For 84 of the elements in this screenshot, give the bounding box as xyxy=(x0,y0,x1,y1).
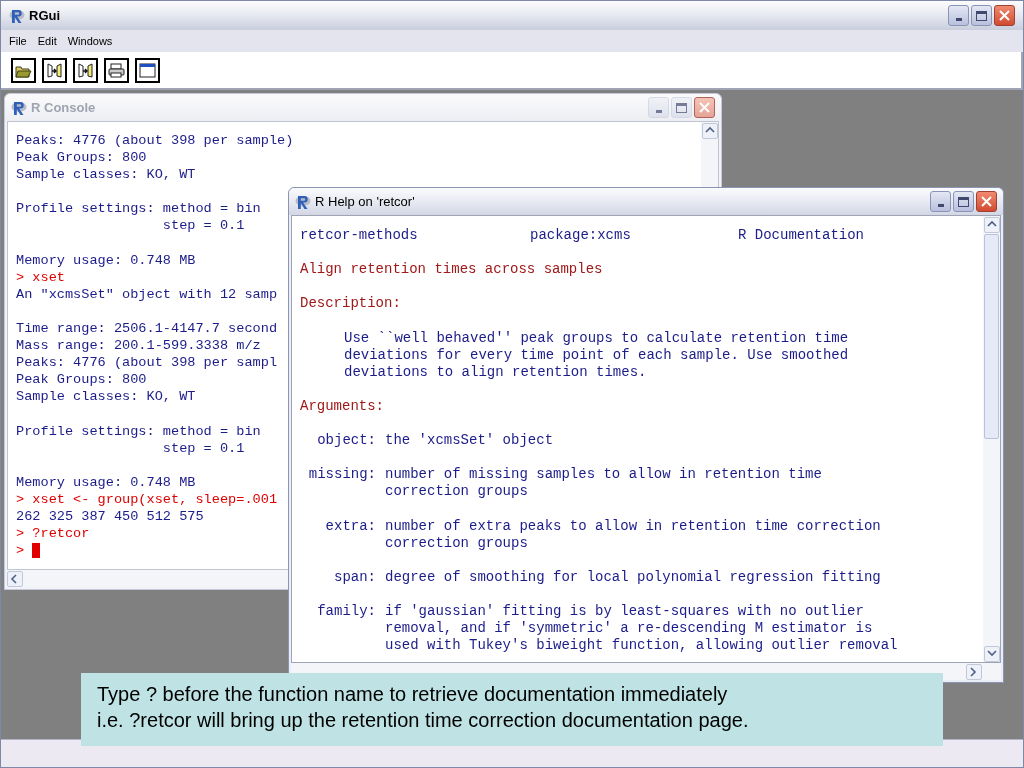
minimize-icon xyxy=(937,204,944,207)
console-command: > xset xyxy=(16,269,65,285)
toolbar-button[interactable] xyxy=(135,57,160,83)
minimize-icon xyxy=(655,110,662,113)
console-output: Time range: 2506.1-4147.7 second xyxy=(16,321,278,337)
scroll-down-button[interactable] xyxy=(983,646,1000,662)
r-logo-icon xyxy=(295,193,311,210)
maximize-button[interactable] xyxy=(971,5,992,26)
menu-item[interactable]: Edit xyxy=(37,32,57,50)
caption-note: Type ? before the function name to retrieve documentation immediately i.e. ?retcor will bring up the retention time correction documentation page. xyxy=(81,673,943,746)
toolbar-button[interactable] xyxy=(73,57,98,83)
console-output: 262 325 387 450 512 575 xyxy=(16,509,204,525)
argument-description: correction groups xyxy=(385,534,528,552)
help-text: Use ``well behaved'' peak groups to calculate retention time xyxy=(344,329,849,346)
console-output: step = 0.1 xyxy=(161,440,245,456)
help-heading: Align retention times across samples xyxy=(300,261,603,278)
argument-description: number of extra peaks to allow in retention time correction xyxy=(385,517,881,535)
help-text: deviations to align retention times. xyxy=(344,363,647,380)
argument-description: degree of smoothing for local polynomial regression fitting xyxy=(385,568,881,586)
toolbar-button[interactable] xyxy=(11,57,36,83)
console-window-icon xyxy=(139,62,156,78)
argument-name: object: xyxy=(317,432,376,450)
close-button[interactable] xyxy=(994,5,1015,26)
r-logo-icon xyxy=(9,7,25,24)
help-text: deviations for every time point of each sample. Use smoothed xyxy=(344,346,849,363)
close-icon xyxy=(981,196,992,207)
minimize-button[interactable] xyxy=(930,191,951,212)
argument-description: removal, and if 'symmetric' a re-descending M estimator is xyxy=(385,620,873,638)
argument-name: missing: xyxy=(308,466,376,484)
argument-description: if 'gaussian' fitting is by least-squares with no outlier xyxy=(385,603,864,621)
close-icon xyxy=(699,102,710,113)
toolbar-button[interactable] xyxy=(42,57,67,83)
help-heading: Description: xyxy=(300,295,401,312)
console-output: Sample classes: KO, WT xyxy=(16,167,196,183)
minimize-icon xyxy=(955,18,962,21)
close-button[interactable] xyxy=(976,191,997,212)
app-title: RGui xyxy=(29,6,61,25)
console-command: > xset <- group(xset, sleep=.001 xyxy=(16,491,278,507)
scroll-left-button[interactable] xyxy=(7,570,23,587)
vertical-scrollbar[interactable] xyxy=(983,216,1000,662)
scroll-thumb[interactable] xyxy=(984,234,999,439)
argument-description: used with Tukey's biweight function, allowing outlier removal xyxy=(385,637,898,655)
close-icon xyxy=(999,10,1010,21)
maximize-icon xyxy=(958,196,969,207)
scroll-right-button[interactable] xyxy=(966,663,982,680)
help-topic: retcor-methods xyxy=(300,227,419,245)
maximize-icon xyxy=(676,102,687,113)
console-output: Sample classes: KO, WT xyxy=(16,389,196,405)
argument-description: number of missing samples to allow in retention time xyxy=(385,466,822,484)
close-button[interactable] xyxy=(694,97,715,118)
console-output: Peak Groups: 800 xyxy=(16,150,147,166)
menu-item[interactable]: File xyxy=(9,32,27,50)
help-heading: Arguments: xyxy=(300,397,384,414)
argument-name: family: xyxy=(317,603,376,621)
help-doc-label: R Documentation xyxy=(738,227,865,245)
console-command: > ?retcor xyxy=(16,526,90,542)
console-prompt: > xyxy=(16,542,25,560)
console-output: Memory usage: 0.748 MB xyxy=(16,252,196,268)
scroll-up-button[interactable] xyxy=(983,217,1000,233)
console-output: Peaks: 4776 (about 398 per sampl xyxy=(16,355,278,371)
window-title: R Console xyxy=(31,98,96,117)
console-output: Peak Groups: 800 xyxy=(16,372,147,388)
argument-name: span: xyxy=(334,568,376,586)
argument-description: the 'xcmsSet' object xyxy=(385,432,554,450)
window-title: R Help on 'retcor' xyxy=(315,192,415,211)
argument-description: correction groups xyxy=(385,483,528,501)
console-output: Profile settings: method = bin xyxy=(16,423,261,439)
console-output: step = 0.1 xyxy=(161,218,245,234)
argument-name: extra: xyxy=(325,517,376,535)
r-logo-icon xyxy=(11,99,27,116)
console-output: Peaks: 4776 (about 398 per sample) xyxy=(16,133,294,148)
toolbar-button[interactable] xyxy=(104,57,129,83)
console-output: An "xcmsSet" object with 12 samp xyxy=(16,286,278,302)
printer-icon xyxy=(108,62,125,78)
console-output: Profile settings: method = bin xyxy=(16,201,261,217)
help-package: package:xcms xyxy=(530,227,632,245)
text-cursor xyxy=(32,543,41,559)
menu-item[interactable]: Windows xyxy=(67,32,113,50)
minimize-button[interactable] xyxy=(948,5,969,26)
console-output: Memory usage: 0.748 MB xyxy=(16,474,196,490)
scroll-up-button[interactable] xyxy=(701,123,718,139)
console-output: Mass range: 200.1-599.3338 m/z xyxy=(16,338,261,354)
maximize-button[interactable] xyxy=(953,191,974,212)
maximize-icon xyxy=(976,10,987,21)
